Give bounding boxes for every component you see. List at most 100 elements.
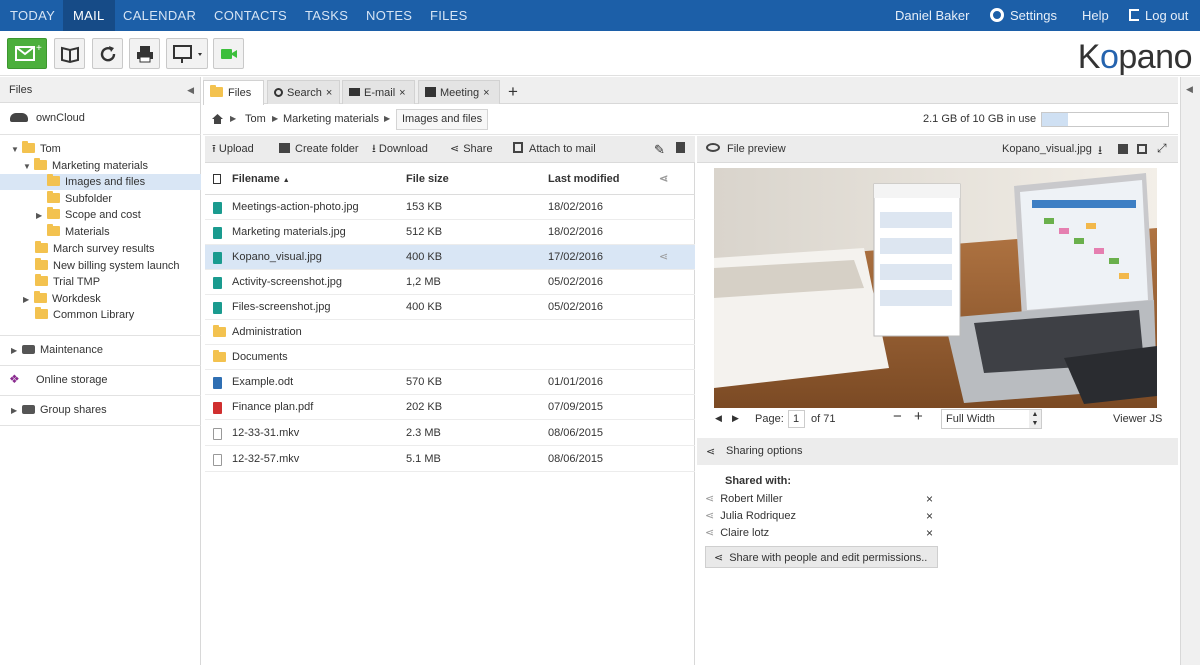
download-button[interactable]: ⭳ Download (372, 136, 428, 163)
nav-mail[interactable]: MAIL (63, 0, 115, 31)
calendar-icon (425, 87, 436, 97)
tree-item-trial[interactable]: Trial TMP (0, 274, 201, 288)
prev-page-icon[interactable]: ◀ (715, 413, 722, 424)
column-size[interactable]: File size (406, 163, 449, 195)
help-link[interactable]: Help (1082, 0, 1109, 31)
share-with-people-button[interactable]: ⋖ Share with people and edit permissions.… (705, 546, 938, 568)
download-icon[interactable]: ⭳ (1098, 141, 1102, 162)
table-row[interactable]: Meetings-action-photo.jpg 153 KB 18/02/201… (205, 195, 695, 220)
address-book-button[interactable] (54, 38, 85, 69)
table-row[interactable]: Files-screenshot.jpg 400 KB 05/02/2016 (205, 295, 695, 320)
sidebar-item-online-storage[interactable]: ❖ Online storage (0, 373, 201, 386)
attach-icon (513, 142, 523, 153)
zoom-select[interactable]: Full Width ▲ ▼ (941, 409, 1042, 429)
breadcrumb-images[interactable]: Images and files (396, 109, 489, 130)
column-filename[interactable]: Filename ▲ (232, 163, 290, 197)
caret-right-icon[interactable]: ▶ (11, 406, 22, 415)
remove-share-button[interactable]: × (926, 509, 933, 523)
nav-today[interactable]: TODAY (10, 0, 55, 31)
create-folder-button[interactable]: Create folder (279, 136, 359, 163)
attach-to-mail-button[interactable]: Attach to mail (513, 136, 596, 163)
table-row[interactable]: Example.odt 570 KB 01/01/2016 (205, 370, 695, 395)
table-row[interactable]: Administration (205, 320, 695, 345)
column-modified[interactable]: Last modified (548, 163, 620, 195)
tree-item-scope[interactable]: ▶ Scope and cost (0, 207, 201, 221)
table-row[interactable]: 12-33-31.mkv 2.3 MB 08/06/2015 (205, 421, 695, 446)
tree-item-billing[interactable]: New billing system launch (0, 258, 201, 272)
tree-item-materials[interactable]: Materials (0, 224, 201, 238)
caret-down-icon[interactable]: ▼ (11, 145, 22, 154)
folder-icon (47, 224, 60, 236)
tree-item-workdesk[interactable]: ▶ Workdesk (0, 291, 201, 305)
table-row[interactable]: Activity-screenshot.jpg 1,2 MB 05/02/2016 (205, 270, 695, 295)
delete-button[interactable] (676, 136, 685, 163)
fullscreen-icon[interactable]: ⤢ (1157, 141, 1167, 156)
nav-notes[interactable]: NOTES (366, 0, 412, 31)
right-collapse-bar[interactable]: ◀ (1180, 77, 1200, 665)
page-input[interactable]: 1 (788, 410, 805, 428)
table-row[interactable]: Kopano_visual.jpg 400 KB 17/02/2016 ⋖ (205, 245, 695, 270)
tree-item-march[interactable]: March survey results (0, 241, 201, 255)
nav-contacts[interactable]: CONTACTS (214, 0, 287, 31)
caret-down-icon[interactable]: ▼ (23, 162, 34, 171)
close-icon[interactable]: × (326, 87, 332, 99)
add-tab-button[interactable]: + (508, 80, 518, 104)
table-row[interactable]: Finance plan.pdf 202 KB 07/09/2015 (205, 395, 695, 420)
table-row[interactable]: Marketing materials.jpg 512 KB 18/02/2016 (205, 220, 695, 245)
table-row[interactable]: 12-32-57.mkv 5.1 MB 08/06/2015 (205, 447, 695, 472)
home-icon[interactable] (211, 113, 224, 125)
close-icon[interactable]: × (483, 87, 489, 99)
new-folder-icon (279, 143, 290, 153)
print-button[interactable] (129, 38, 160, 69)
image-file-icon (213, 252, 222, 264)
caret-right-icon[interactable]: ▶ (11, 346, 22, 355)
tab-files[interactable]: Files (203, 80, 264, 105)
present-button[interactable] (166, 38, 208, 69)
sidebar-item-maintenance[interactable]: ▶ Maintenance (0, 344, 201, 356)
tree-item-images[interactable]: Images and files (0, 174, 201, 190)
close-icon[interactable]: × (399, 87, 405, 99)
upload-button[interactable]: ⭱ Upload (212, 136, 254, 163)
collapse-icon[interactable]: ◀ (187, 77, 194, 103)
table-row[interactable]: Documents (205, 345, 695, 370)
file-date: 08/06/2015 (548, 453, 604, 465)
tab-search[interactable]: Search × (267, 80, 340, 104)
remove-share-button[interactable]: × (926, 526, 933, 540)
nav-calendar[interactable]: CALENDAR (123, 0, 196, 31)
logout-link[interactable]: Log out (1129, 0, 1188, 31)
zoom-out-button[interactable]: − (893, 408, 902, 425)
zoom-in-button[interactable]: + (914, 408, 923, 425)
tree-item-marketing[interactable]: ▼ Marketing materials (0, 158, 201, 172)
tree-item-subfolder[interactable]: Subfolder (0, 191, 201, 205)
caret-right-icon[interactable]: ▶ (23, 295, 34, 304)
sidebar-item-owncloud[interactable]: ownCloud (10, 112, 211, 124)
video-call-button[interactable] (213, 38, 244, 69)
tab-email[interactable]: E-mail × (342, 80, 415, 104)
tree-item-tom[interactable]: ▼ Tom (0, 141, 201, 155)
sidebar-item-group-shares[interactable]: ▶ Group shares (0, 404, 201, 416)
collapse-icon[interactable]: ◀ (1186, 84, 1193, 95)
print-icon[interactable] (1118, 144, 1128, 154)
remove-share-button[interactable]: × (926, 492, 933, 506)
nav-files[interactable]: FILES (430, 0, 468, 31)
tab-meeting[interactable]: Meeting × (418, 80, 500, 104)
document-file-icon (213, 377, 222, 389)
nav-tasks[interactable]: TASKS (305, 0, 348, 31)
rename-button[interactable]: ✎ (654, 136, 665, 163)
next-page-icon[interactable]: ▶ (732, 413, 739, 424)
breadcrumb-marketing[interactable]: Marketing materials (283, 113, 379, 125)
refresh-button[interactable] (92, 38, 123, 69)
caret-right-icon[interactable]: ▶ (36, 211, 47, 220)
tree-item-library[interactable]: Common Library (0, 307, 201, 321)
user-name[interactable]: Daniel Baker (895, 0, 969, 31)
share-icon[interactable]: ⋖ (659, 245, 668, 270)
settings-link[interactable]: Settings (990, 0, 1057, 31)
file-table: Filename ▲ File size Last modified ⋖ Mee… (205, 163, 695, 665)
open-external-icon[interactable] (1137, 144, 1147, 154)
breadcrumb-tom[interactable]: Tom (245, 113, 266, 125)
new-mail-button[interactable]: + (7, 38, 47, 69)
folder-icon (34, 158, 47, 170)
share-button[interactable]: ⋖ Share (450, 136, 493, 163)
stepper-icon[interactable]: ▲ ▼ (1029, 410, 1041, 428)
main-toolbar: + (0, 31, 1200, 76)
